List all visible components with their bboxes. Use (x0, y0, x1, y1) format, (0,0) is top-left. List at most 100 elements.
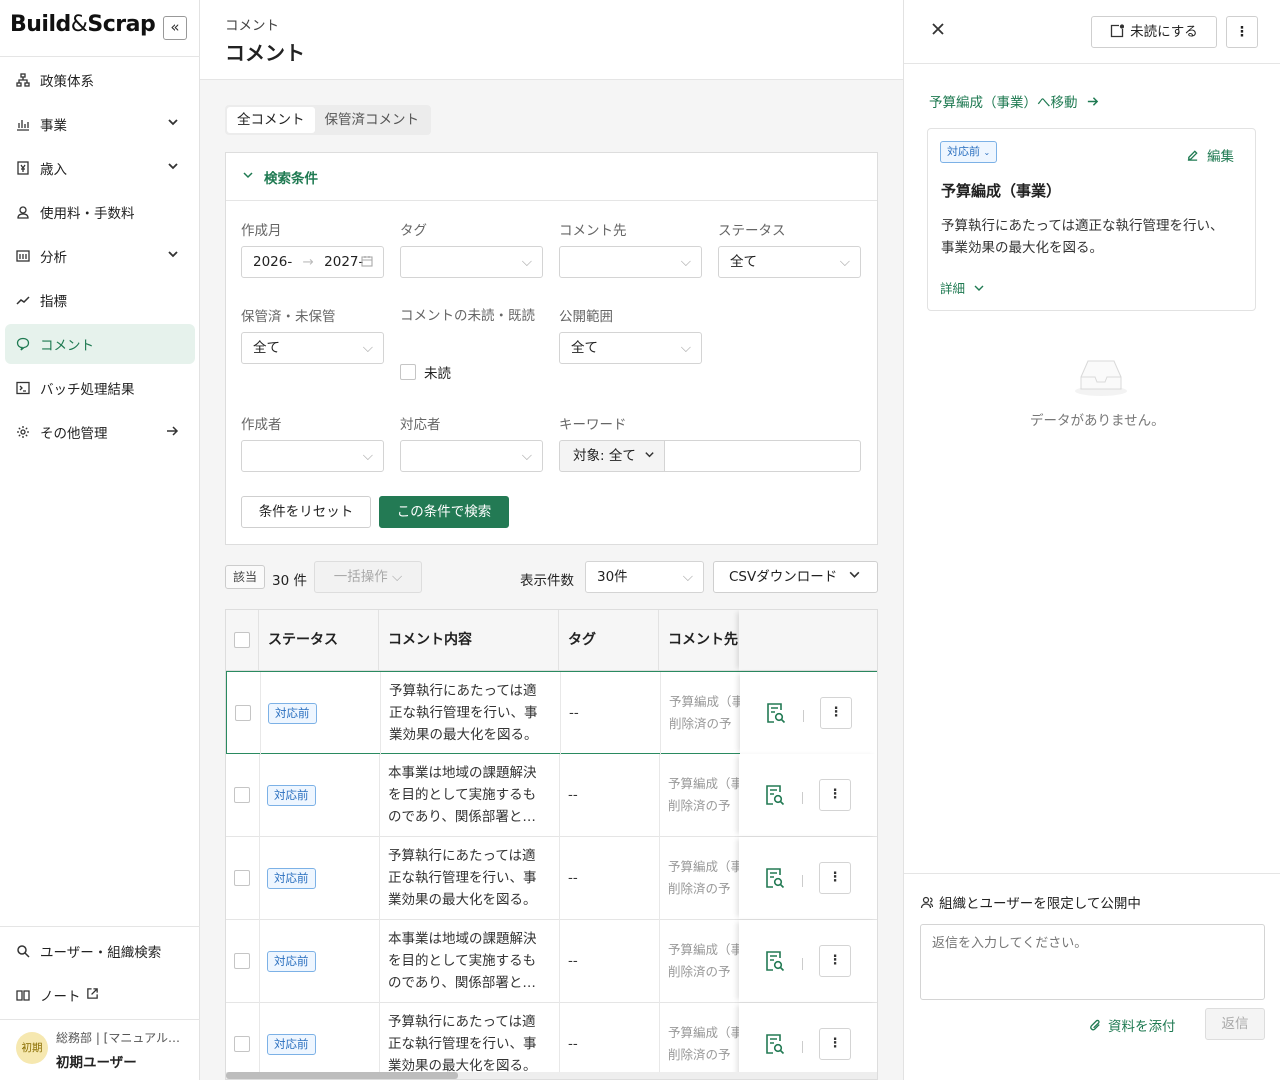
comment-target-cell[interactable]: 予算編成（事 削除済の予 (668, 1022, 739, 1066)
cell-divider (559, 837, 560, 920)
sidebar-item-analysis[interactable]: 分析 (5, 236, 195, 276)
comment-content-line: のであり、関係部署と… (388, 809, 536, 825)
column-header-tag[interactable]: タグ (559, 610, 659, 671)
status-badge[interactable]: 対応前 (267, 951, 316, 972)
date-to[interactable]: 2027- (324, 254, 363, 270)
comment-target-cell[interactable]: 予算編成（事 削除済の予 (668, 773, 739, 817)
row-checkbox[interactable] (234, 787, 250, 803)
unread-checkbox[interactable]: 未読 (400, 362, 451, 382)
search-panel-toggle[interactable]: 検索条件 (226, 153, 877, 201)
column-header-target[interactable]: コメント先 (659, 610, 739, 671)
user-name: 初期ユーザー (56, 1055, 137, 1071)
sidebar-item-label: その他管理 (40, 426, 108, 442)
user-profile[interactable]: 初期 総務部 | [マニュアル… 初期ユーザー (0, 1020, 200, 1080)
sidebar-item-batch[interactable]: バッチ処理結果 (5, 368, 195, 408)
scope-select[interactable]: 全て ⌵ (559, 332, 702, 364)
keyword-target-select[interactable]: 対象: 全て (559, 440, 665, 472)
view-detail-icon[interactable] (765, 950, 785, 976)
divider (803, 710, 804, 722)
row-checkbox[interactable] (234, 1036, 250, 1052)
keyword-input[interactable] (664, 440, 861, 472)
close-icon[interactable] (930, 21, 946, 41)
comment-content-cell: 予算執行にあたっては適 正な執行管理を行い、事 業効果の最大化を図る。 (389, 680, 538, 746)
row-more-button[interactable]: ⋮ (819, 1028, 851, 1060)
reply-input[interactable] (920, 924, 1265, 1000)
date-from[interactable]: 2026- (253, 254, 292, 270)
row-checkbox[interactable] (235, 705, 251, 721)
move-to-project-link[interactable]: 予算編成（事業）へ移動 (929, 91, 1099, 112)
sidebar-item-label: 歳入 (40, 162, 67, 178)
comment-target-cell[interactable]: 予算編成（事 削除済の予 (669, 691, 740, 735)
reset-conditions-button[interactable]: 条件をリセット (241, 496, 371, 528)
status-badge[interactable]: 対応前 (267, 785, 316, 806)
table-row[interactable]: 対応前 予算執行にあたっては適 正な執行管理を行い、事 業効果の最大化を図る。 -- 予算… (226, 1003, 877, 1079)
table-row[interactable]: 対応前 本事業は地域の課題解決 を目的として実施するも のであり、関係部署と… -- 予算… (226, 754, 877, 837)
status-badge[interactable]: 対応前 (268, 703, 317, 724)
divider (0, 926, 200, 927)
collapse-sidebar-button[interactable]: « (163, 16, 187, 40)
per-page-select[interactable]: 30件 ⌵ (585, 561, 704, 593)
column-header-status[interactable]: ステータス (259, 610, 379, 671)
row-more-button[interactable]: ⋮ (819, 862, 851, 894)
breadcrumb[interactable]: コメント (225, 14, 279, 34)
mark-unread-button[interactable]: 未読にする (1091, 16, 1217, 48)
comment-target-line: 予算編成（事 (668, 1025, 739, 1040)
sidebar-item-policy[interactable]: 政策体系 (5, 60, 195, 100)
sidebar-item-user-search[interactable]: ユーザー・組織検索 (5, 931, 195, 971)
row-more-button[interactable]: ⋮ (819, 945, 851, 977)
detail-toggle[interactable]: 詳細 (940, 278, 985, 297)
select-all-checkbox[interactable] (234, 632, 250, 648)
reply-button[interactable]: 返信 (1205, 1008, 1265, 1040)
attach-file-button[interactable]: 資料を添付 (1089, 1015, 1176, 1035)
view-detail-icon[interactable] (765, 784, 785, 810)
sidebar-item-revenue[interactable]: 歳入 (5, 148, 195, 188)
author-select[interactable]: ⌵ (241, 440, 384, 472)
comment-target-line: 削除済の予 (669, 716, 732, 731)
view-detail-icon[interactable] (765, 1033, 785, 1059)
tab-all-comments[interactable]: 全コメント (227, 107, 315, 133)
checkbox[interactable] (400, 364, 416, 380)
app-logo[interactable]: Build&Scrap (10, 12, 156, 37)
target-select[interactable]: ⌵ (559, 246, 702, 278)
horizontal-scrollbar[interactable] (226, 1072, 877, 1079)
status-select[interactable]: 全て ⌵ (718, 246, 861, 278)
sidebar-item-indicators[interactable]: 指標 (5, 280, 195, 320)
created-month-range[interactable]: 2026- → 2027- (241, 246, 384, 278)
sidebar-item-fees[interactable]: 使用料・手数料 (5, 192, 195, 232)
sidebar-item-admin[interactable]: その他管理 (5, 412, 195, 452)
csv-download-button[interactable]: CSVダウンロード (713, 561, 878, 593)
coins-icon (15, 204, 31, 220)
column-header-content[interactable]: コメント内容 (379, 610, 559, 671)
comment-content-cell: 予算執行にあたっては適 正な執行管理を行い、事 業効果の最大化を図る。 (388, 1011, 537, 1077)
table-row[interactable]: 対応前 予算執行にあたっては適 正な執行管理を行い、事 業効果の最大化を図る。 -- 予算… (226, 671, 877, 755)
bulk-action-button[interactable]: 一括操作 ⌵ (314, 561, 422, 593)
scope-select-value: 全て (571, 340, 598, 356)
panel-more-button[interactable]: ⋮ (1226, 16, 1258, 48)
sidebar-item-notes[interactable]: ノート (5, 975, 195, 1015)
tag-select[interactable]: ⌵ (400, 246, 543, 278)
status-badge[interactable]: 対応前 ⌄ (940, 141, 998, 163)
edit-button[interactable]: 編集 (1186, 145, 1234, 165)
row-more-button[interactable]: ⋮ (820, 697, 852, 729)
visibility-status[interactable]: 組織とユーザーを限定して公開中 (920, 892, 1141, 912)
archived-select[interactable]: 全て ⌵ (241, 332, 384, 364)
comment-target-cell[interactable]: 予算編成（事 削除済の予 (668, 939, 739, 983)
table-row[interactable]: 対応前 予算執行にあたっては適 正な執行管理を行い、事 業効果の最大化を図る。 -- 予算… (226, 837, 877, 920)
table-row[interactable]: 対応前 本事業は地域の課題解決 を目的として実施するも のであり、関係部署と… -- 予算… (226, 920, 877, 1003)
comment-target-line: 予算編成（事 (668, 859, 739, 874)
view-detail-icon[interactable] (766, 702, 786, 728)
sidebar-item-comments[interactable]: コメント (5, 324, 195, 364)
status-badge[interactable]: 対応前 (267, 868, 316, 889)
status-badge[interactable]: 対応前 (267, 1034, 316, 1055)
assignee-select[interactable]: ⌵ (400, 440, 543, 472)
comment-target-cell[interactable]: 予算編成（事 削除済の予 (668, 856, 739, 900)
view-detail-icon[interactable] (765, 867, 785, 893)
row-more-button[interactable]: ⋮ (819, 779, 851, 811)
cell-divider (659, 920, 660, 1003)
row-checkbox[interactable] (234, 953, 250, 969)
chevron-down-icon: ⌵ (362, 448, 373, 464)
sidebar-item-projects[interactable]: 事業 (5, 104, 195, 144)
row-checkbox[interactable] (234, 870, 250, 886)
search-button[interactable]: この条件で検索 (379, 496, 509, 528)
tab-archived-comments[interactable]: 保管済コメント (315, 107, 430, 133)
